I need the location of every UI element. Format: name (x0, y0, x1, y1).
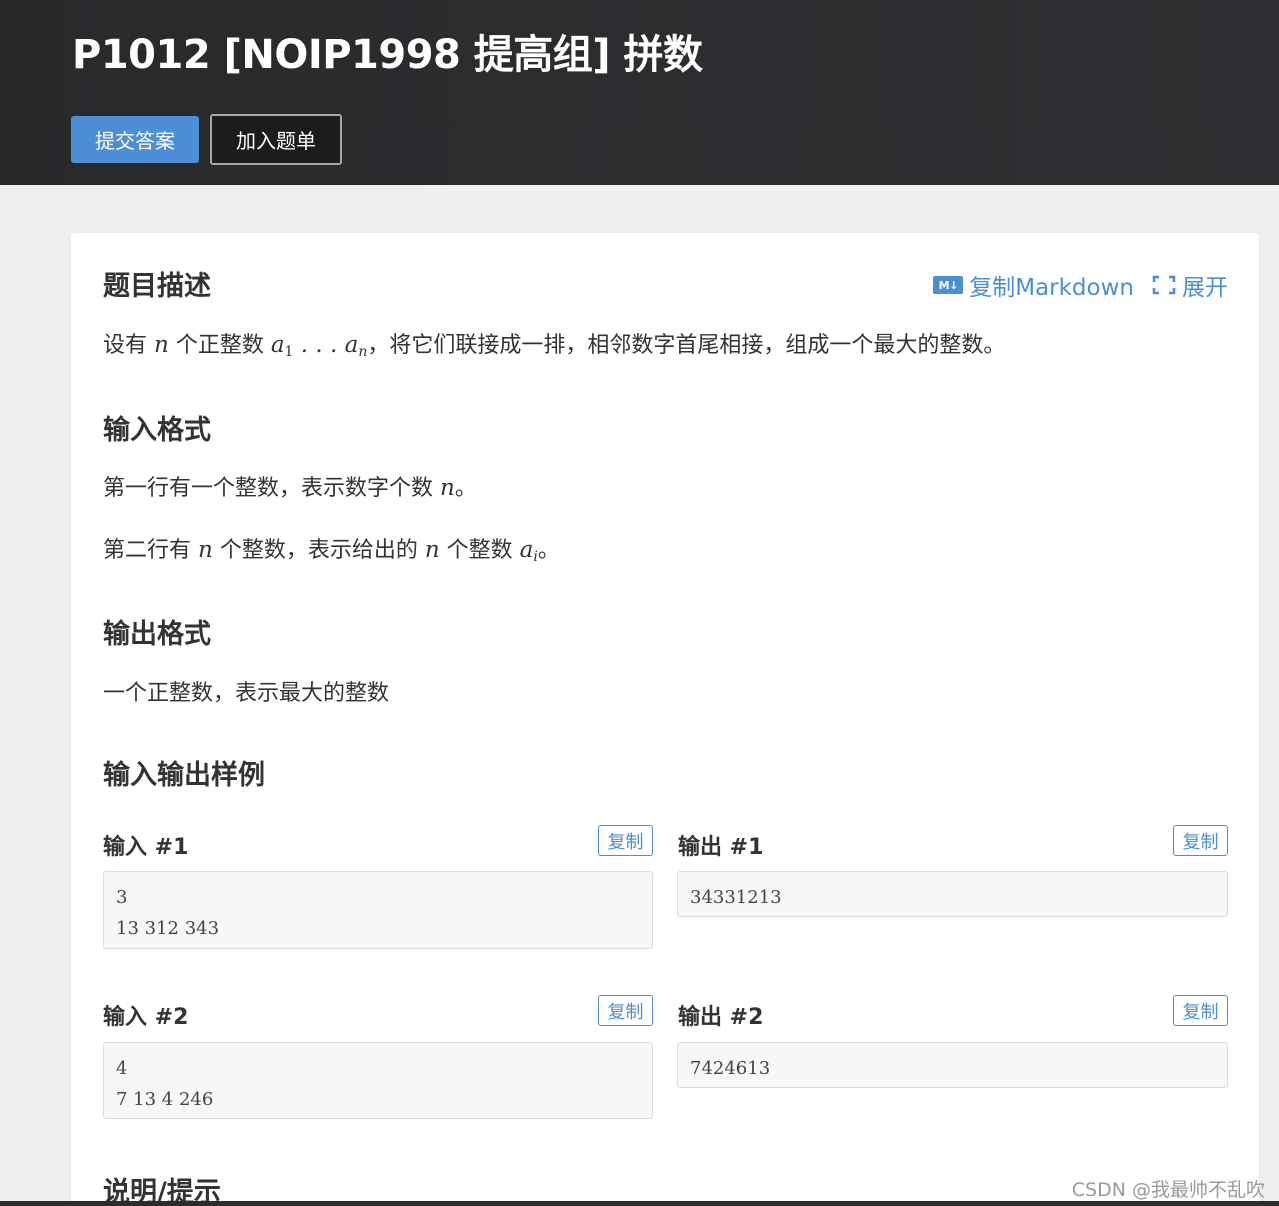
markdown-icon: M↓ (933, 276, 964, 294)
output-format-heading: 输出格式 (103, 619, 211, 650)
sample-output-label: 输出 #2 (678, 1005, 764, 1030)
input-format-heading: 输入格式 (103, 415, 211, 446)
copy-sample-output-button[interactable]: 复制 (1173, 825, 1228, 856)
submit-answer-button[interactable]: 提交答案 (71, 116, 199, 163)
sample-input-label: 输入 #1 (103, 835, 189, 860)
problem-header: P1012 [NOIP1998 提高组] 拼数 提交答案 加入题单 (0, 0, 1279, 185)
output-format-text: 一个正整数，表示最大的整数 (103, 681, 390, 706)
expand-label: 展开 (1182, 275, 1228, 301)
input-format-line-1: 第一行有一个整数，表示数字个数 n。 (103, 475, 477, 501)
add-to-list-button[interactable]: 加入题单 (210, 114, 342, 165)
sample-input-box[interactable]: 3 13 312 343 (103, 871, 653, 949)
page-title: P1012 [NOIP1998 提高组] 拼数 (72, 32, 703, 78)
copy-markdown-link[interactable]: M↓ 复制Markdown (933, 268, 1134, 302)
sample-output-label: 输出 #1 (678, 835, 764, 860)
expand-link[interactable]: 展开 (1152, 268, 1228, 302)
copy-sample-input-button[interactable]: 复制 (598, 995, 653, 1026)
description-heading: 题目描述 (103, 271, 211, 302)
copy-sample-input-button[interactable]: 复制 (598, 825, 653, 856)
copy-markdown-label: 复制Markdown (969, 275, 1134, 301)
copy-sample-output-button[interactable]: 复制 (1173, 995, 1228, 1026)
samples-heading: 输入输出样例 (103, 760, 265, 791)
sample-input-label: 输入 #2 (103, 1005, 189, 1030)
input-format-line-2: 第二行有 n 个整数，表示给出的 n 个整数 ai。 (103, 537, 560, 565)
bottom-bar (0, 1201, 1279, 1206)
watermark: CSDN @我最帅不乱吹 (1071, 1179, 1265, 1201)
sample-output-box[interactable]: 7424613 (677, 1042, 1228, 1088)
problem-toolbar: M↓ 复制Markdown 展开 (933, 268, 1228, 302)
sample-output-box[interactable]: 34331213 (677, 871, 1228, 917)
expand-icon (1152, 275, 1176, 295)
description-text: 设有 n 个正整数 a1 . . . an，将它们联接成一排，相邻数字首尾相接，… (103, 332, 1006, 360)
sample-input-box[interactable]: 4 7 13 4 246 (103, 1042, 653, 1119)
